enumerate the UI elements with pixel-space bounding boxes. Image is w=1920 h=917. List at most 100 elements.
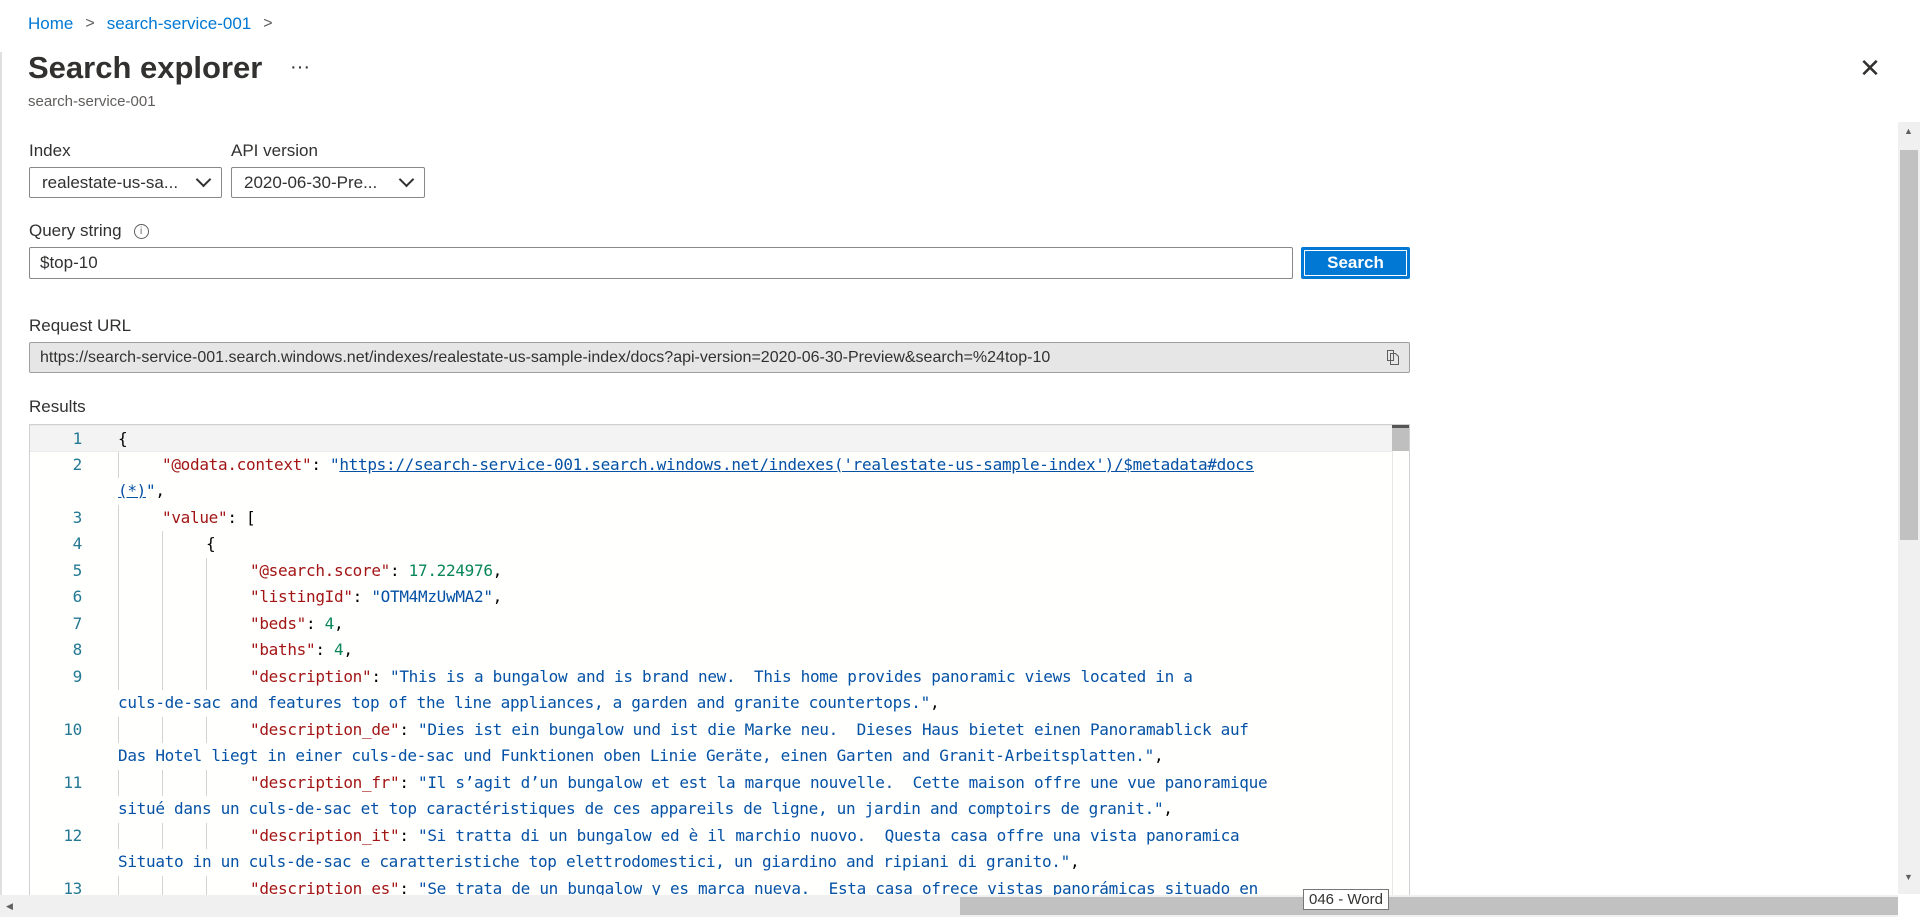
close-icon[interactable]: ✕	[1858, 55, 1882, 81]
indent-guide	[118, 822, 119, 849]
indent-guide	[162, 822, 163, 849]
code-token: ,	[155, 481, 165, 500]
api-version-value: 2020-06-30-Pre...	[244, 172, 378, 192]
scroll-down-icon[interactable]: ▼	[1904, 872, 1913, 882]
code-line: 7 "beds": 4,	[30, 610, 1409, 637]
code-token: :	[306, 613, 325, 633]
code-text: "description": "This is a bungalow and i…	[250, 664, 1193, 691]
code-token: "description"	[250, 666, 372, 686]
horizontal-scroll-thumb[interactable]	[960, 897, 1898, 915]
indent-guide	[206, 822, 207, 849]
code-token: "Il s’agit d’un bungalow et est la marqu…	[418, 772, 1268, 792]
indent-guide	[118, 769, 119, 796]
code-token: culs-de-sac and features top of the line…	[118, 693, 930, 712]
indent-guide	[206, 663, 207, 690]
api-version-label: API version	[231, 141, 318, 160]
indent-guide	[162, 663, 163, 690]
indent-guide	[118, 637, 119, 664]
code-token: ,	[492, 587, 503, 606]
code-line: 6 "listingId": "OTM4MzUwMA2",	[30, 584, 1409, 611]
editor-scroll-thumb[interactable]	[1392, 425, 1409, 451]
indent-guide	[162, 584, 163, 611]
request-url-value: https://search-service-001.search.window…	[40, 348, 1051, 366]
code-line: 5 "@search.score": 17.224976,	[30, 557, 1409, 585]
code-text: "description_it": "Si tratta di un bunga…	[250, 823, 1240, 850]
index-select[interactable]: realestate-us-sa...	[29, 167, 222, 198]
scroll-left-icon[interactable]: ◀	[6, 901, 13, 912]
code-line: 1{	[30, 425, 1409, 452]
code-text: {	[206, 531, 216, 558]
chevron-down-icon	[398, 171, 415, 188]
code-text: Situato in un culs-de-sac e caratteristi…	[118, 849, 1080, 876]
code-line: situé dans un culs-de-sac et top caracté…	[30, 796, 1409, 823]
copy-icon[interactable]	[1387, 350, 1399, 365]
indent-guide	[162, 716, 163, 743]
code-text: "description_de": "Dies ist ein bungalow…	[250, 717, 1249, 744]
api-version-select[interactable]: 2020-06-30-Pre...	[231, 167, 425, 198]
scroll-up-icon[interactable]: ▲	[1904, 126, 1913, 136]
chevron-right-icon: >	[263, 15, 273, 32]
code-line: Das Hotel liegt in einer culs-de-sac und…	[30, 743, 1409, 770]
page-subtitle: search-service-001	[28, 93, 156, 110]
query-input[interactable]: $top-10	[29, 247, 1293, 279]
code-token: "@odata.context"	[162, 454, 312, 474]
indent-guide	[162, 610, 163, 637]
code-token: : [	[227, 507, 256, 527]
code-line: culs-de-sac and features top of the line…	[30, 690, 1409, 717]
page-scroll-thumb[interactable]	[1900, 150, 1918, 540]
code-token: :	[390, 560, 409, 580]
page-title: Search explorer	[28, 50, 263, 85]
code-token: "Si tratta di un bungalow ed è il marchi…	[418, 825, 1240, 845]
indent-guide	[118, 531, 119, 558]
indent-guide	[162, 769, 163, 796]
line-number: 12	[63, 825, 82, 845]
code-token: "description_fr"	[250, 772, 400, 792]
code-token: "listingId"	[250, 587, 353, 606]
code-token: :	[311, 454, 330, 474]
code-text: "@search.score": 17.224976,	[250, 558, 502, 585]
code-token: :	[371, 666, 390, 686]
code-token: ,	[343, 640, 353, 659]
code-token: 17.224976	[408, 560, 493, 580]
breadcrumb: Home > search-service-001 >	[28, 14, 273, 34]
breadcrumb-home[interactable]: Home	[28, 14, 73, 34]
request-url-field[interactable]: https://search-service-001.search.window…	[29, 342, 1410, 373]
code-token: ,	[1153, 746, 1164, 765]
context-link[interactable]: https://search-service-001.search.window…	[339, 455, 1254, 474]
code-text: "baths": 4,	[250, 637, 353, 664]
code-token: "OTM4MzUwMA2"	[371, 587, 493, 606]
code-token: ,	[492, 560, 503, 580]
code-lines: 1{2 "@odata.context": "https://search-ser…	[30, 425, 1409, 901]
results-editor[interactable]: 1{2 "@odata.context": "https://search-ser…	[29, 424, 1410, 902]
more-options-button[interactable]: ···	[290, 56, 310, 79]
indent-guide	[118, 716, 119, 743]
code-text: "value": [	[162, 505, 256, 532]
search-button[interactable]: Search	[1301, 247, 1410, 279]
code-line: 11 "description_fr": "Il s’agit d’un bung…	[30, 769, 1409, 796]
code-line: 4{	[30, 531, 1409, 558]
code-token: "	[330, 454, 340, 474]
line-number: 4	[72, 534, 83, 553]
line-number: 5	[72, 560, 83, 580]
indent-guide	[118, 610, 119, 637]
code-token: :	[352, 587, 372, 606]
code-line: 10 "description_de": "Dies ist ein bungal…	[30, 716, 1409, 744]
editor-scrollbar[interactable]	[1392, 425, 1409, 901]
line-number: 3	[72, 507, 83, 527]
code-token: 4	[324, 613, 335, 633]
code-token: Situato in un culs-de-sac e caratteristi…	[118, 852, 1070, 871]
info-icon[interactable]: i	[133, 223, 149, 239]
context-link[interactable]: (*)	[118, 481, 146, 500]
code-token: :	[399, 719, 418, 739]
code-text: situé dans un culs-de-sac et top caracté…	[118, 796, 1173, 823]
tooltip: 046 - Word	[1303, 889, 1389, 910]
code-token: ,	[334, 613, 344, 633]
code-text: (*)",	[118, 478, 165, 505]
code-token: "description_it"	[250, 825, 400, 845]
line-number: 2	[72, 454, 83, 474]
line-number: 10	[63, 719, 82, 739]
query-label: Query string	[29, 221, 122, 240]
breadcrumb-service[interactable]: search-service-001	[107, 14, 252, 34]
code-token: "value"	[162, 507, 228, 527]
indent-guide	[118, 584, 119, 611]
